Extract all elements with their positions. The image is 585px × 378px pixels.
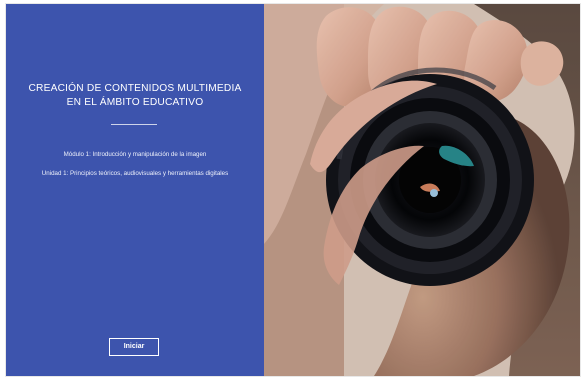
unit-label: Unidad 1: Principios teóricos, audiovisu…	[41, 170, 229, 177]
start-button[interactable]: Iniciar	[109, 338, 159, 356]
camera-photo-icon	[264, 4, 580, 376]
image-shade-overlay	[264, 4, 580, 376]
module-label: Módulo 1: Introducción y manipulación de…	[63, 151, 207, 158]
course-title: CREACIÓN DE CONTENIDOS MULTIMEDIA EN EL …	[28, 83, 242, 108]
course-info-panel: CREACIÓN DE CONTENIDOS MULTIMEDIA EN EL …	[6, 4, 264, 376]
photographer-hero-image	[264, 4, 580, 376]
course-cover-screen: CREACIÓN DE CONTENIDOS MULTIMEDIA EN EL …	[6, 4, 580, 376]
title-divider	[111, 124, 157, 125]
